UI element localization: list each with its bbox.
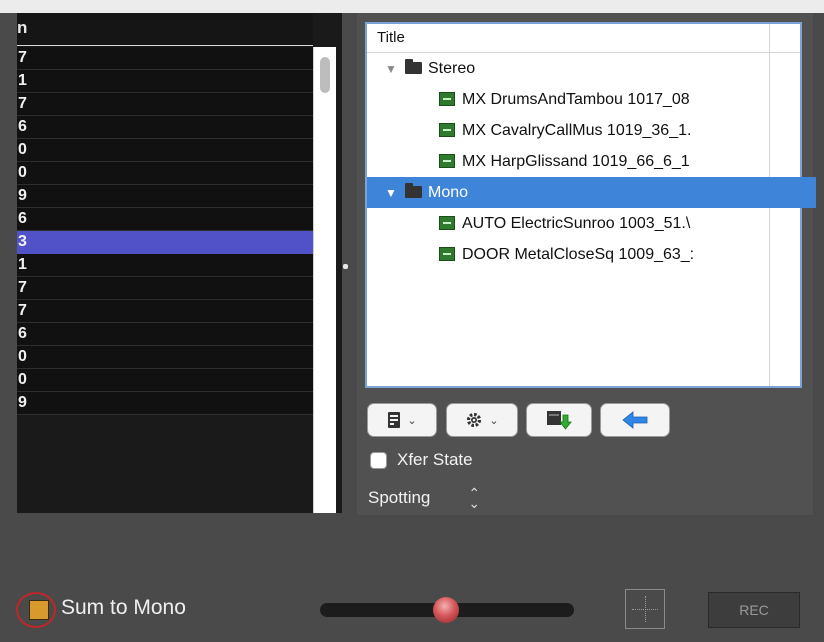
list-row[interactable]: 9: [17, 392, 313, 415]
arrow-left-icon: [622, 411, 648, 429]
left-list-header[interactable]: n: [17, 13, 313, 46]
tree-item-label: DOOR MetalCloseSq 1009_63_:: [462, 246, 695, 263]
clip-tree: Title ▼ Stereo MX DrumsAndTambou 1017_08 MX…: [365, 22, 816, 388]
spotting-label: Spotting: [368, 488, 431, 507]
gear-icon: [467, 412, 482, 428]
list-row[interactable]: 0: [17, 162, 313, 185]
list-row[interactable]: 0: [17, 346, 313, 369]
tree-column-header[interactable]: Title: [367, 24, 800, 53]
list-icon: [388, 412, 401, 428]
list-row[interactable]: 3: [17, 231, 313, 254]
list-row[interactable]: 6: [17, 208, 313, 231]
folder-icon: [405, 183, 422, 198]
crosshair-icon[interactable]: [625, 589, 665, 629]
scrollbar-thumb[interactable]: [320, 57, 330, 93]
tree-clip-row[interactable]: DOOR MetalCloseSq 1009_63_:: [367, 239, 824, 270]
actions-menu-button[interactable]: ⌄: [446, 403, 518, 437]
spotting-selector[interactable]: Spotting ⌃ ⌄: [368, 485, 481, 511]
import-button[interactable]: [526, 403, 592, 437]
audio-clip-icon: [439, 92, 455, 106]
list-row[interactable]: 0: [17, 369, 313, 392]
import-icon: [547, 411, 572, 430]
list-row[interactable]: 9: [17, 185, 313, 208]
audio-clip-icon: [439, 123, 455, 137]
chevron-down-icon: ⌄: [407, 414, 417, 427]
chevron-down-icon: ⌄: [489, 414, 499, 427]
left-list-scrollbar[interactable]: [313, 47, 336, 513]
updown-chevron-icon: ⌃ ⌄: [468, 485, 481, 511]
splitter-handle[interactable]: [343, 264, 348, 269]
title-column-label: Title: [377, 29, 405, 46]
list-row[interactable]: 6: [17, 116, 313, 139]
list-row[interactable]: 7: [17, 277, 313, 300]
list-menu-button[interactable]: ⌄: [367, 403, 437, 437]
left-list-panel: n 7176009631776009: [17, 13, 342, 513]
audio-clip-icon: [439, 154, 455, 168]
list-row[interactable]: 1: [17, 254, 313, 277]
disclosure-triangle-icon[interactable]: ▼: [383, 54, 399, 84]
left-list-rows: 7176009631776009: [17, 47, 313, 415]
window-top-edge: [0, 0, 824, 13]
tree-folder-row[interactable]: ▼ Mono: [367, 177, 816, 208]
xfer-state-label[interactable]: Xfer State: [397, 450, 473, 470]
tree-item-label: AUTO ElectricSunroo 1003_51.\: [462, 215, 691, 232]
list-row[interactable]: 7: [17, 300, 313, 323]
tree-clip-row[interactable]: MX DrumsAndTambou 1017_08: [367, 84, 824, 115]
rec-button[interactable]: REC: [708, 592, 800, 628]
tree-item-label: MX DrumsAndTambou 1017_08: [462, 91, 690, 108]
tree-clip-row[interactable]: MX CavalryCallMus 1019_36_1.: [367, 115, 824, 146]
xfer-state-checkbox[interactable]: [370, 451, 387, 469]
tree-item-label: MX CavalryCallMus 1019_36_1.: [462, 122, 692, 139]
level-slider-knob[interactable]: [433, 597, 459, 623]
list-row[interactable]: 7: [17, 47, 313, 70]
audio-clip-icon: [439, 247, 455, 261]
tree-item-label: Mono: [428, 184, 469, 201]
back-button[interactable]: [600, 403, 670, 437]
audio-clip-icon: [439, 216, 455, 230]
tree-clip-row[interactable]: MX HarpGlissand 1019_66_6_1: [367, 146, 824, 177]
tree-folder-row[interactable]: ▼ Stereo: [367, 53, 785, 84]
sum-to-mono-label[interactable]: Sum to Mono: [61, 596, 186, 620]
list-row[interactable]: 0: [17, 139, 313, 162]
tree-item-label: Stereo: [428, 60, 476, 77]
tree-clip-row[interactable]: AUTO ElectricSunroo 1003_51.\: [367, 208, 824, 239]
list-row[interactable]: 1: [17, 70, 313, 93]
xfer-state-row: Xfer State: [370, 449, 473, 471]
sum-to-mono-checkbox[interactable]: [29, 600, 49, 620]
tree-item-label: MX HarpGlissand 1019_66_6_1: [462, 153, 690, 170]
disclosure-triangle-icon[interactable]: ▼: [383, 178, 399, 208]
list-row[interactable]: 6: [17, 323, 313, 346]
folder-icon: [405, 59, 422, 74]
tree-rows: ▼ Stereo MX DrumsAndTambou 1017_08 MX Caval…: [367, 53, 816, 270]
list-row[interactable]: 7: [17, 93, 313, 116]
